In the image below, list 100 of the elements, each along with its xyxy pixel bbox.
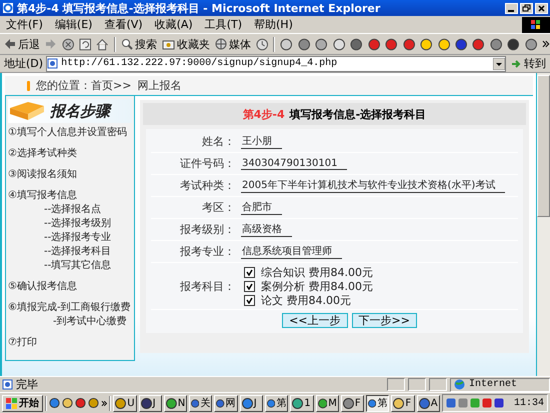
taskbar-button[interactable]: A (416, 394, 440, 412)
app-icon (140, 398, 152, 408)
taskbar-button[interactable]: 第 (366, 394, 390, 412)
menu-item[interactable]: 帮助(H) (254, 17, 293, 32)
taskbar-button[interactable]: F (340, 394, 364, 412)
address-field[interactable]: http://61.132.222.97:9000/signup/signup4_4.php (46, 56, 506, 72)
previous-button[interactable]: <<上一步 (282, 313, 348, 328)
app-icon (292, 398, 304, 408)
field-label: 考试种类： (179, 178, 236, 193)
taskbar-button[interactable]: 关 (189, 394, 212, 412)
checkbox[interactable] (244, 266, 255, 278)
status-pane (429, 378, 447, 391)
app-icon (342, 398, 354, 408)
step-link[interactable]: ③阅读报名须知 (8, 168, 77, 181)
status-pane (387, 378, 405, 391)
substep-link[interactable]: --选择报名点 (44, 203, 102, 216)
taskbar-button[interactable]: U (113, 394, 137, 412)
globe-icon (454, 379, 465, 390)
search-button[interactable]: 搜索 (120, 36, 157, 52)
checkbox[interactable] (244, 280, 255, 292)
stop-icon[interactable] (62, 38, 74, 50)
field-value: 340304790130101 (241, 158, 348, 170)
substep-link[interactable]: --选择报考级别 (44, 217, 112, 230)
next-button[interactable]: 下一步>> (352, 313, 417, 328)
status-text: 完毕 (16, 377, 39, 392)
restore-icon[interactable] (520, 2, 533, 14)
favorites-button[interactable]: 收藏夹 (162, 36, 210, 52)
app-icon (166, 398, 177, 408)
subject-label: 论文 费用84.00元 (261, 292, 351, 308)
field-value: 合肥市 (241, 200, 282, 215)
dropdown-icon (493, 58, 505, 70)
taskbar-button[interactable]: 第 (265, 394, 288, 412)
step-number: 第4步-4 (242, 106, 285, 122)
app-icon (368, 398, 376, 408)
app-icon (318, 398, 328, 408)
step-link[interactable]: ④填写报考信息 (8, 189, 77, 202)
taskbar-button[interactable]: F (391, 394, 415, 412)
field-value: 王小朋 (241, 134, 282, 149)
substep-link[interactable]: --选择报考科目 (44, 245, 112, 258)
go-arrow-icon (511, 58, 522, 69)
substep-link[interactable]: --填写其它信息 (44, 259, 112, 272)
field-label: 姓名： (201, 134, 236, 149)
field-value: 信息系统项目管理师 (241, 244, 342, 259)
back-arrow-icon (4, 38, 16, 50)
taskbar-button[interactable]: N (164, 394, 188, 412)
app-icon (216, 398, 225, 408)
page-icon (47, 58, 58, 69)
field-value: 高级资格 (241, 222, 292, 237)
step-link[interactable]: ⑤确认报考信息 (8, 280, 77, 293)
substep-link[interactable]: -到考试中心缴费 (53, 315, 127, 328)
windows-flag-icon (522, 16, 550, 32)
breadcrumb-current: 网上报名 (137, 78, 182, 93)
menu-item[interactable]: 查看(V) (104, 17, 143, 32)
address-label: 地址(D) (4, 56, 44, 71)
field-label: 报考科目： (179, 278, 236, 294)
taskbar-button[interactable]: 网 (214, 394, 238, 412)
minimize-icon[interactable] (505, 2, 518, 14)
sidebar-title: 报名步骤 (50, 102, 110, 120)
scrollbar-thumb[interactable] (537, 75, 550, 217)
field-value: 2005年下半年计算机技术与软件专业技术资格(水平)考试 (241, 178, 506, 193)
taskbar-button[interactable]: M (316, 394, 339, 412)
back-button[interactable]: 后退 (4, 36, 40, 52)
history-icon[interactable] (256, 38, 268, 50)
app-icon (267, 398, 276, 408)
menu-item[interactable]: 编辑(E) (54, 17, 92, 32)
taskbar-button[interactable]: J (138, 394, 162, 412)
substep-link[interactable]: --选择报考专业 (44, 231, 112, 244)
globe-icon (214, 38, 227, 50)
home-icon[interactable] (96, 38, 109, 50)
field-label: 考区： (201, 200, 236, 215)
step-link[interactable]: ①填写个人信息并设置密码 (8, 126, 127, 139)
menu-item[interactable]: 文件(F) (6, 17, 43, 32)
refresh-icon[interactable] (78, 38, 92, 50)
checkbox[interactable] (244, 294, 255, 306)
menu-item[interactable]: 收藏(A) (154, 17, 193, 32)
form-title: 填写报考信息-选择报考科目 (290, 106, 426, 122)
chevron-icon[interactable] (542, 39, 550, 49)
search-icon (120, 38, 133, 50)
zone-indicator: Internet (450, 378, 550, 392)
taskbar-button[interactable]: 1 (290, 394, 314, 412)
scrollbar[interactable] (536, 73, 550, 376)
chevron-icon[interactable] (100, 398, 108, 408)
taskbar-button[interactable]: J (240, 394, 264, 412)
field-label: 报考级别： (179, 222, 236, 237)
app-icon (115, 398, 126, 408)
go-button[interactable]: 转到 (509, 56, 548, 71)
subject-label: 综合知识 费用84.00元 (261, 264, 373, 280)
breadcrumb-path[interactable]: 您的位置：首页>> (36, 78, 132, 93)
media-button[interactable]: 媒体 (214, 36, 251, 52)
step-link[interactable]: ②选择考试种类 (8, 147, 77, 160)
start-button[interactable]: 开始 (2, 394, 43, 412)
step-link[interactable]: ⑥填报完成-到工商银行缴费 (8, 301, 131, 314)
close-icon[interactable] (535, 2, 548, 14)
breadcrumb-marker (27, 80, 30, 90)
menu-item[interactable]: 工具(T) (204, 17, 242, 32)
step-link[interactable]: ⑦打印 (8, 336, 37, 349)
books-icon (8, 100, 46, 122)
app-icon (242, 398, 253, 408)
window-title: 第4步-4 填写报考信息-选择报考科目 - Microsoft Internet Explorer (17, 0, 382, 16)
app-icon (393, 398, 404, 408)
